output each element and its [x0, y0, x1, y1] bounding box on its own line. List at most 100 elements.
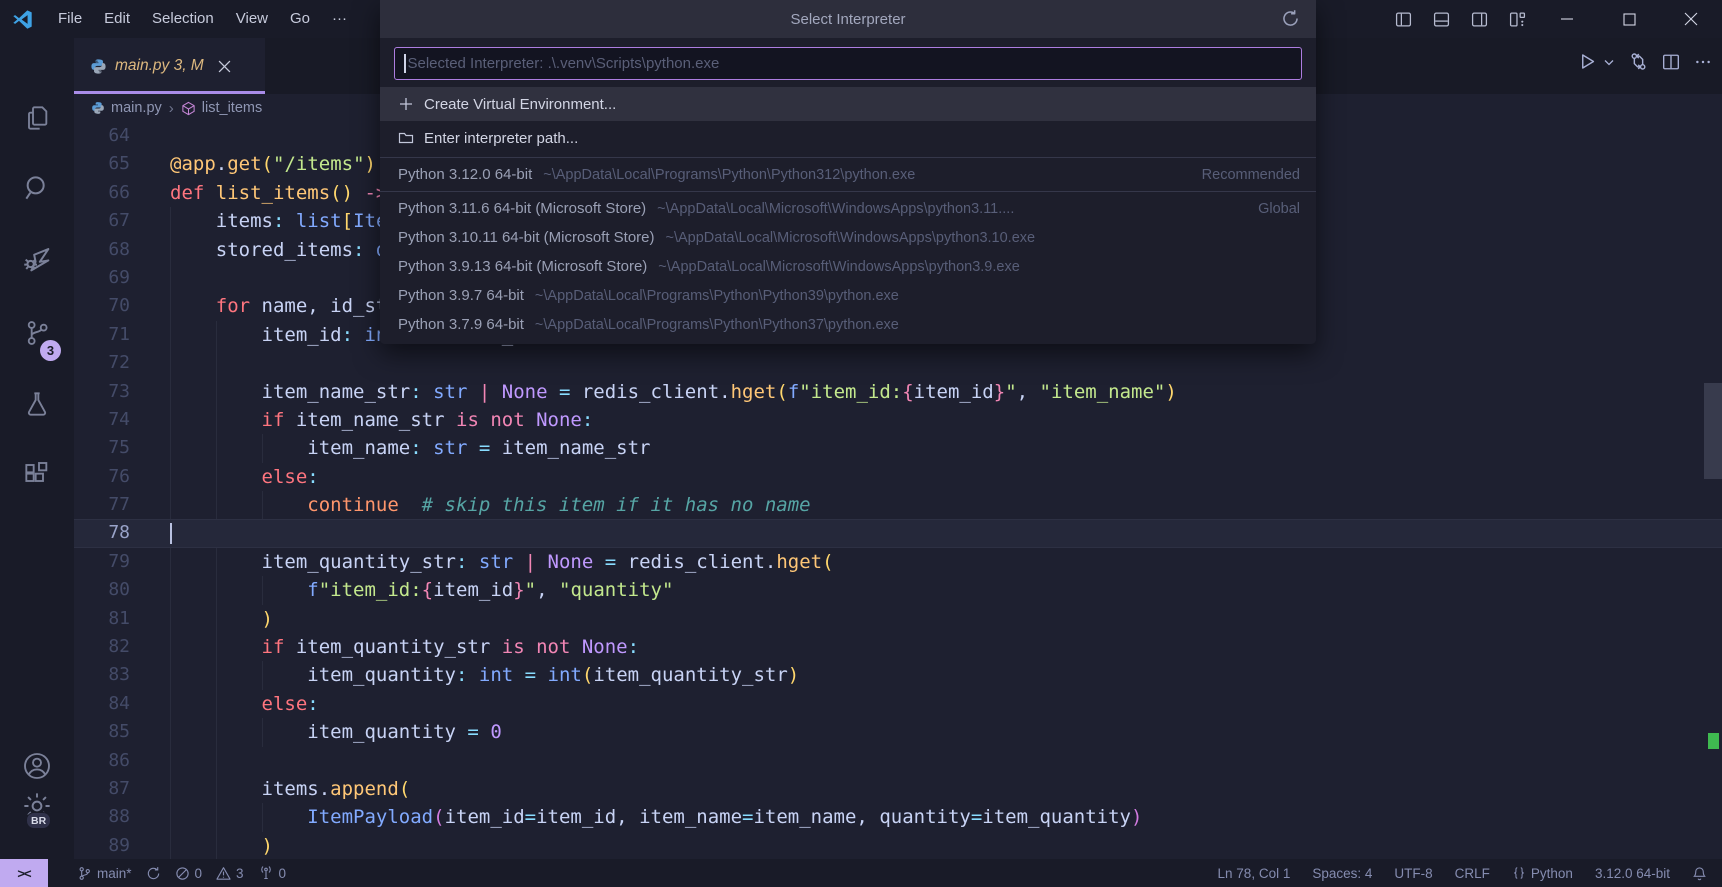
- status-item[interactable]: CRLF: [1448, 866, 1497, 881]
- code-line[interactable]: 78: [74, 519, 1722, 547]
- status-item-braces[interactable]: Python: [1505, 866, 1580, 881]
- code-line[interactable]: 89 ): [74, 832, 1722, 860]
- code-line[interactable]: 79 item_quantity_str: str | None = redis…: [74, 548, 1722, 576]
- code-line[interactable]: 80 f"item_id:{item_id}", "quantity": [74, 576, 1722, 604]
- code-line[interactable]: 75 item_name: str = item_name_str: [74, 434, 1722, 462]
- interpreter-list-item[interactable]: Python 3.11.6 64-bit (Microsoft Store)~\…: [380, 194, 1316, 223]
- item-label: Python 3.12.0 64-bit: [398, 166, 532, 183]
- explorer-icon[interactable]: [21, 102, 53, 134]
- code-line[interactable]: 85 item_quantity = 0: [74, 718, 1722, 746]
- code-line[interactable]: 82 if item_quantity_str is not None:: [74, 633, 1722, 661]
- line-number: 80: [74, 576, 130, 604]
- interpreter-search-input[interactable]: Selected Interpreter: .\.venv\Scripts\py…: [394, 47, 1302, 80]
- code-text: @app.get("/items"): [170, 150, 376, 178]
- item-badge: Recommended: [1202, 167, 1300, 183]
- item-badge: Global: [1258, 201, 1300, 217]
- status-item-error[interactable]: 0: [168, 866, 210, 881]
- status-label: CRLF: [1455, 866, 1490, 881]
- overview-ruler-marker: [1708, 733, 1719, 749]
- line-number: 70: [74, 292, 130, 320]
- run-debug-icon[interactable]: [20, 242, 54, 276]
- code-line[interactable]: 88 ItemPayload(item_id=item_id, item_nam…: [74, 803, 1722, 831]
- line-number: 78: [74, 519, 130, 547]
- editor-scrollbar[interactable]: [1704, 383, 1722, 479]
- line-number: 68: [74, 236, 130, 264]
- menu-item[interactable]: ···: [321, 0, 358, 38]
- dialog-header[interactable]: Select Interpreter: [380, 0, 1316, 38]
- more-actions-icon[interactable]: [1694, 53, 1712, 71]
- menu-item[interactable]: Go: [279, 0, 321, 38]
- code-line[interactable]: 84 else:: [74, 690, 1722, 718]
- code-line[interactable]: 86: [74, 747, 1722, 775]
- code-line[interactable]: 74 if item_name_str is not None:: [74, 406, 1722, 434]
- warning-icon: [216, 866, 231, 881]
- code-line[interactable]: 76 else:: [74, 463, 1722, 491]
- menu-item[interactable]: Selection: [141, 0, 225, 38]
- code-text: item_name: str = item_name_str: [170, 434, 650, 462]
- remote-indicator[interactable]: ><: [0, 859, 48, 887]
- code-line[interactable]: 72: [74, 349, 1722, 377]
- status-label: 3: [236, 866, 244, 881]
- interpreter-list-item[interactable]: Create Virtual Environment...: [380, 87, 1316, 121]
- interpreter-list-item[interactable]: Python 3.9.13 64-bit (Microsoft Store)~\…: [380, 252, 1316, 281]
- tab-close-icon[interactable]: [218, 60, 231, 73]
- status-item-sync[interactable]: [139, 866, 168, 881]
- branch-icon: [77, 866, 92, 881]
- line-number: 75: [74, 434, 130, 462]
- search-icon[interactable]: [21, 172, 53, 204]
- run-dropdown-chevron-icon[interactable]: [1603, 56, 1615, 68]
- open-changes-icon[interactable]: [1629, 52, 1648, 71]
- close-button[interactable]: [1660, 0, 1722, 38]
- split-editor-icon[interactable]: [1662, 53, 1680, 71]
- toggle-secondary-sidebar-icon[interactable]: [1460, 0, 1498, 38]
- code-line[interactable]: 77 continue # skip this item if it has n…: [74, 491, 1722, 519]
- status-item[interactable]: 3.12.0 64-bit: [1588, 866, 1677, 881]
- code-text: item_quantity: int = int(item_quantity_s…: [170, 661, 799, 689]
- line-number: 71: [74, 321, 130, 349]
- extensions-icon[interactable]: [21, 459, 53, 491]
- interpreter-list-item[interactable]: Python 3.9.7 64-bit~\AppData\Local\Progr…: [380, 281, 1316, 310]
- profile-badge[interactable]: BR: [26, 812, 51, 829]
- interpreter-list-item[interactable]: Python 3.7.9 64-bit~\AppData\Local\Progr…: [380, 310, 1316, 339]
- run-python-file-icon[interactable]: [1578, 52, 1597, 71]
- line-number: 76: [74, 463, 130, 491]
- item-label: Python 3.7.9 64-bit: [398, 316, 524, 333]
- tab-main-py[interactable]: main.py 3, M: [74, 38, 265, 94]
- item-label: Python 3.11.6 64-bit (Microsoft Store): [398, 200, 646, 217]
- status-item-warning[interactable]: 3: [209, 866, 251, 881]
- status-item[interactable]: UTF-8: [1387, 866, 1439, 881]
- code-line[interactable]: 87 items.append(: [74, 775, 1722, 803]
- interpreter-list-item[interactable]: Python 3.12.0 64-bit~\AppData\Local\Prog…: [380, 160, 1316, 189]
- code-text: else:: [170, 463, 319, 491]
- accounts-icon[interactable]: [21, 750, 53, 782]
- menu-item[interactable]: File: [47, 0, 93, 38]
- toggle-sidebar-icon[interactable]: [1384, 0, 1422, 38]
- breadcrumb-symbol[interactable]: list_items: [202, 100, 262, 116]
- line-number: 69: [74, 264, 130, 292]
- toggle-panel-icon[interactable]: [1422, 0, 1460, 38]
- status-label: Ln 78, Col 1: [1218, 866, 1291, 881]
- status-item[interactable]: Spaces: 4: [1305, 866, 1379, 881]
- status-item-branch[interactable]: main*: [70, 866, 139, 881]
- testing-icon[interactable]: [21, 388, 53, 420]
- status-item-tower[interactable]: 0: [251, 865, 294, 881]
- item-label: Enter interpreter path...: [424, 130, 578, 147]
- code-text: items.append(: [170, 775, 410, 803]
- maximize-button[interactable]: [1598, 0, 1660, 38]
- code-text: ): [170, 605, 273, 633]
- interpreter-list-item[interactable]: Python 3.10.11 64-bit (Microsoft Store)~…: [380, 223, 1316, 252]
- customize-layout-icon[interactable]: [1498, 0, 1536, 38]
- code-line[interactable]: 73 item_name_str: str | None = redis_cli…: [74, 378, 1722, 406]
- status-item-bell[interactable]: [1685, 866, 1714, 881]
- minimize-button[interactable]: [1536, 0, 1598, 38]
- braces-icon: [1512, 866, 1526, 880]
- code-line[interactable]: 81 ): [74, 605, 1722, 633]
- menu-item[interactable]: View: [225, 0, 279, 38]
- refresh-interpreters-icon[interactable]: [1281, 9, 1300, 28]
- interpreter-list-item[interactable]: Enter interpreter path...: [380, 121, 1316, 155]
- status-item[interactable]: Ln 78, Col 1: [1211, 866, 1298, 881]
- menu-item[interactable]: Edit: [93, 0, 141, 38]
- breadcrumb-file[interactable]: main.py: [111, 100, 162, 116]
- code-line[interactable]: 83 item_quantity: int = int(item_quantit…: [74, 661, 1722, 689]
- interpreter-list: Create Virtual Environment... Enter inter…: [380, 80, 1316, 344]
